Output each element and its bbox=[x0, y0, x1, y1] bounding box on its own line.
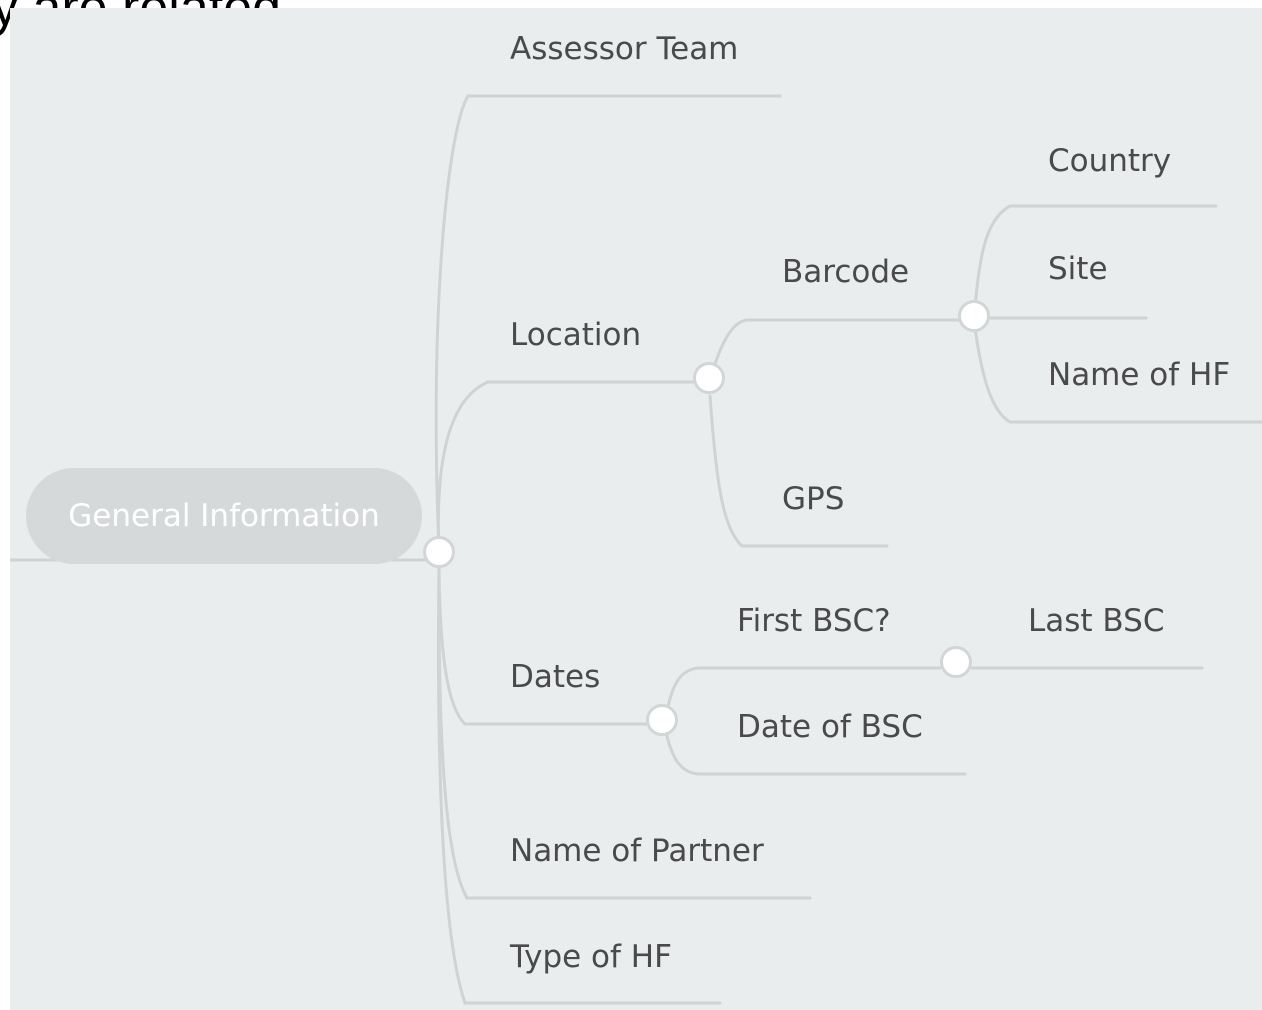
node-site[interactable]: Site bbox=[1048, 254, 1108, 285]
collapse-toggle-first-bsc[interactable] bbox=[940, 646, 972, 678]
node-name-of-partner[interactable]: Name of Partner bbox=[510, 836, 764, 867]
connector-dates bbox=[437, 566, 652, 726]
node-barcode[interactable]: Barcode bbox=[782, 257, 909, 288]
node-last-bsc[interactable]: Last BSC bbox=[1028, 606, 1164, 637]
collapse-toggle-root[interactable] bbox=[423, 536, 455, 568]
connector-type-of-hf bbox=[436, 566, 722, 1005]
node-first-bsc[interactable]: First BSC? bbox=[737, 606, 891, 637]
node-location[interactable]: Location bbox=[510, 320, 641, 351]
collapse-toggle-barcode[interactable] bbox=[958, 300, 990, 332]
mindmap-canvas: General Information Assessor Team Locati… bbox=[10, 8, 1262, 1010]
connector-gps bbox=[708, 394, 889, 548]
node-date-of-bsc[interactable]: Date of BSC bbox=[737, 712, 923, 743]
collapse-toggle-dates[interactable] bbox=[646, 704, 678, 736]
connector-barcode bbox=[708, 318, 962, 380]
node-type-of-hf[interactable]: Type of HF bbox=[510, 942, 672, 973]
root-node[interactable]: General Information bbox=[26, 468, 422, 564]
node-country[interactable]: Country bbox=[1048, 146, 1171, 177]
connector-location bbox=[436, 380, 702, 552]
node-gps[interactable]: GPS bbox=[782, 484, 844, 515]
node-dates[interactable]: Dates bbox=[510, 662, 600, 693]
node-assessor-team[interactable]: Assessor Team bbox=[510, 34, 738, 65]
root-node-label: General Information bbox=[68, 498, 380, 534]
node-name-of-hf[interactable]: Name of HF bbox=[1048, 360, 1230, 391]
collapse-toggle-location[interactable] bbox=[693, 362, 725, 394]
